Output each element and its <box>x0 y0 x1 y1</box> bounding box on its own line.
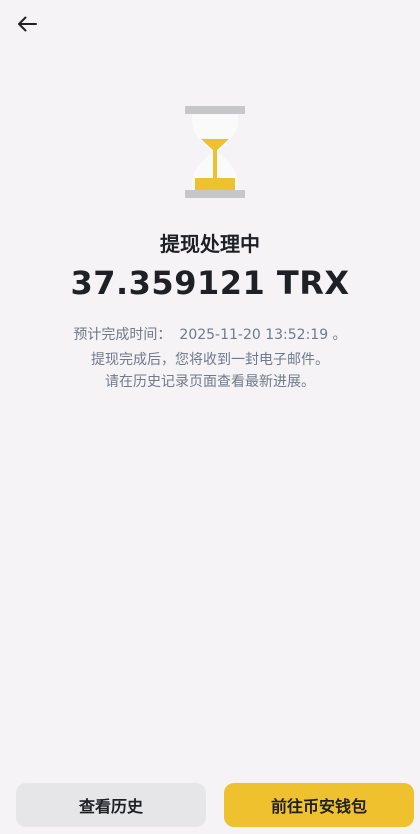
status-title: 提现处理中 <box>160 232 260 256</box>
view-history-button[interactable]: 查看历史 <box>16 783 206 827</box>
estimate-time: 2025-11-20 13:52:19 。 <box>179 327 347 343</box>
go-to-wallet-button[interactable]: 前往币安钱包 <box>224 783 414 827</box>
withdrawal-amount: 37.359121 TRX <box>70 264 350 302</box>
estimated-completion: 预计完成时间： 2025-11-20 13:52:19 。 <box>0 324 420 344</box>
notice-text: 提现完成后，您将收到一封电子邮件。 请在历史记录页面查看最新进展。 <box>0 349 420 393</box>
notice-line-2: 请在历史记录页面查看最新进展。 <box>105 374 315 390</box>
hourglass-icon <box>185 106 245 198</box>
estimate-label: 预计完成时间： <box>73 327 172 343</box>
arrow-left-icon <box>18 16 37 32</box>
back-button[interactable] <box>12 9 42 39</box>
notice-line-1: 提现完成后，您将收到一封电子邮件。 <box>91 352 329 368</box>
